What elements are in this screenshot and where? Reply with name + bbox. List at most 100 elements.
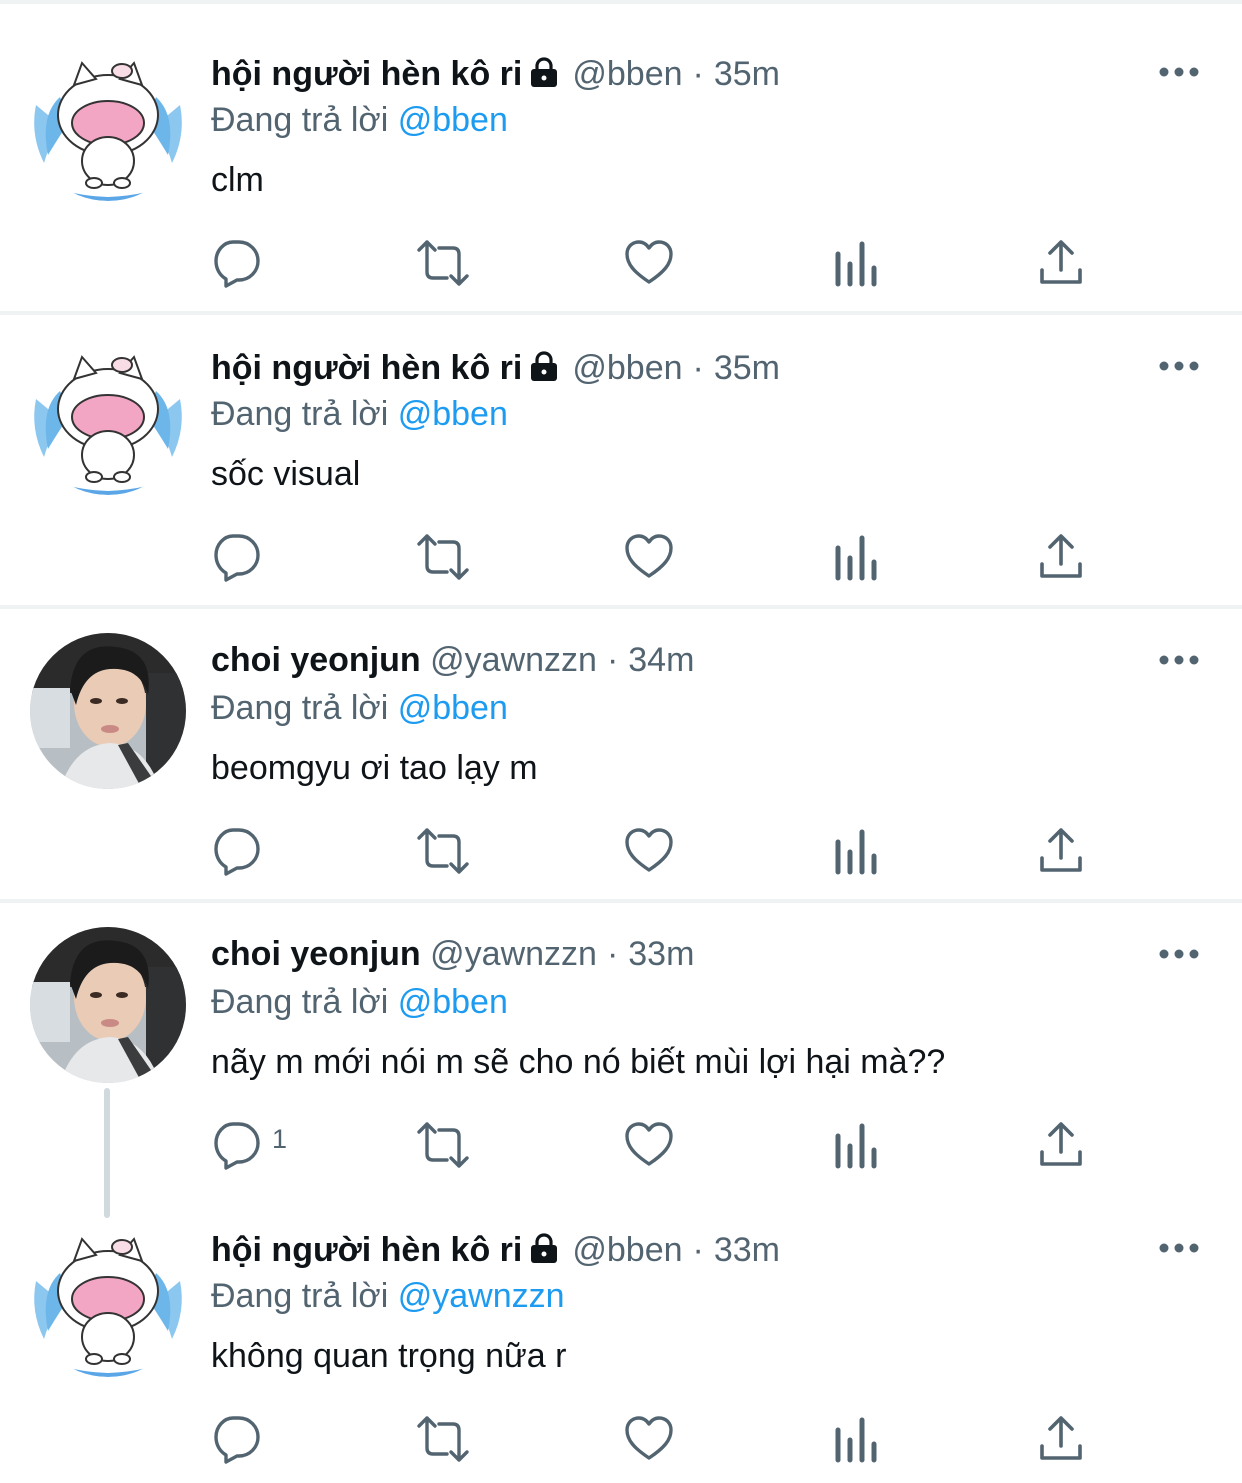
mention-link[interactable]: @yawnzzn <box>398 1277 565 1315</box>
more-icon[interactable] <box>1158 650 1200 670</box>
timestamp[interactable]: 34m <box>628 641 694 679</box>
reply-icon <box>212 1120 262 1170</box>
separator-dot: · <box>606 641 619 679</box>
mention-link[interactable]: @bben <box>398 395 508 433</box>
profile-photo-avatar[interactable] <box>30 927 186 1083</box>
crying-cat-avatar[interactable] <box>30 1221 186 1377</box>
views-icon <box>834 826 878 876</box>
share-button[interactable] <box>1038 1120 1084 1170</box>
share-icon <box>1038 532 1084 582</box>
more-icon[interactable] <box>1158 1238 1200 1258</box>
tweet-header: choi yeonjun @yawnzzn · 34m <box>211 637 694 683</box>
retweet-icon <box>415 238 471 288</box>
user-handle[interactable]: @bben <box>572 55 682 93</box>
more-icon[interactable] <box>1158 944 1200 964</box>
display-name[interactable]: hội người hèn kô ri <box>211 349 522 387</box>
retweet-button[interactable] <box>415 826 471 876</box>
tweet-text: nãy m mới nói m sẽ cho nó biết mùi lợi h… <box>211 1043 946 1081</box>
more-icon[interactable] <box>1158 62 1200 82</box>
reply-prefix: Đang trả lời <box>211 1277 389 1315</box>
reply-icon <box>212 826 262 876</box>
display-name[interactable]: hội người hèn kô ri <box>211 55 522 93</box>
tweet[interactable]: hội người hèn kô ri @bben · 33m Đang trả lờ… <box>0 1176 1242 1483</box>
reply-button[interactable]: 1 <box>212 1120 287 1170</box>
timestamp[interactable]: 33m <box>628 935 694 973</box>
separator-dot: · <box>692 349 704 387</box>
like-icon <box>624 238 674 288</box>
reply-icon <box>212 532 262 582</box>
display-name[interactable]: choi yeonjun <box>211 935 421 973</box>
tweet-text: clm <box>211 161 264 199</box>
views-button[interactable] <box>834 1414 878 1464</box>
retweet-button[interactable] <box>415 1414 471 1464</box>
views-icon <box>834 1120 878 1170</box>
user-handle[interactable]: @yawnzzn <box>430 935 597 973</box>
retweet-icon <box>415 826 471 876</box>
share-icon <box>1038 1414 1084 1464</box>
tweet[interactable]: hội người hèn kô ri @bben · 35m Đang trả lờ… <box>0 294 1242 606</box>
more-icon[interactable] <box>1158 356 1200 376</box>
action-bar: 1 <box>212 1120 1092 1170</box>
replying-to: Đang trả lời @yawnzzn <box>211 1273 565 1319</box>
retweet-button[interactable] <box>415 1120 471 1170</box>
like-button[interactable] <box>624 1414 674 1464</box>
reply-icon <box>212 238 262 288</box>
retweet-button[interactable] <box>415 532 471 582</box>
like-button[interactable] <box>624 1120 674 1170</box>
display-name[interactable]: hội người hèn kô ri <box>211 1231 522 1269</box>
user-handle[interactable]: @bben <box>572 1231 682 1269</box>
share-icon <box>1038 826 1084 876</box>
like-icon <box>624 1120 674 1170</box>
tweet[interactable]: choi yeonjun @yawnzzn · 34m Đang trả lời @… <box>0 588 1242 900</box>
views-button[interactable] <box>834 532 878 582</box>
views-icon <box>834 238 878 288</box>
share-button[interactable] <box>1038 826 1084 876</box>
retweet-icon <box>415 532 471 582</box>
timestamp[interactable]: 33m <box>714 1231 780 1269</box>
tweet[interactable]: choi yeonjun @yawnzzn · 33m Đang trả lời @… <box>0 882 1242 1218</box>
reply-prefix: Đang trả lời <box>211 689 389 727</box>
reply-button[interactable] <box>212 1414 262 1464</box>
reply-button[interactable] <box>212 238 262 288</box>
views-button[interactable] <box>834 1120 878 1170</box>
like-button[interactable] <box>624 826 674 876</box>
crying-cat-avatar[interactable] <box>30 339 186 495</box>
lock-icon <box>528 349 560 395</box>
views-icon <box>834 1414 878 1464</box>
user-handle[interactable]: @bben <box>572 349 682 387</box>
reply-button[interactable] <box>212 532 262 582</box>
retweet-icon <box>415 1414 471 1464</box>
timestamp[interactable]: 35m <box>714 349 780 387</box>
views-icon <box>834 532 878 582</box>
lock-icon <box>528 1231 560 1277</box>
retweet-button[interactable] <box>415 238 471 288</box>
separator-dot: · <box>606 935 619 973</box>
share-button[interactable] <box>1038 238 1084 288</box>
crying-cat-avatar[interactable] <box>30 45 186 201</box>
display-name[interactable]: choi yeonjun <box>211 641 421 679</box>
separator-dot: · <box>692 55 704 93</box>
share-button[interactable] <box>1038 1414 1084 1464</box>
replying-to: Đang trả lời @bben <box>211 979 508 1025</box>
tweet-header: hội người hèn kô ri @bben · 33m <box>211 1227 780 1273</box>
reply-prefix: Đang trả lời <box>211 101 389 139</box>
like-icon <box>624 532 674 582</box>
like-button[interactable] <box>624 238 674 288</box>
share-icon <box>1038 1120 1084 1170</box>
share-button[interactable] <box>1038 532 1084 582</box>
tweet-text: sốc visual <box>211 455 361 493</box>
tweet-text: không quan trọng nữa r <box>211 1337 567 1375</box>
profile-photo-avatar[interactable] <box>30 633 186 789</box>
mention-link[interactable]: @bben <box>398 101 508 139</box>
like-button[interactable] <box>624 532 674 582</box>
views-button[interactable] <box>834 826 878 876</box>
tweet[interactable]: hội người hèn kô ri @bben · 35m Đang trả lờ… <box>0 0 1242 316</box>
action-bar <box>212 238 1092 288</box>
views-button[interactable] <box>834 238 878 288</box>
reply-button[interactable] <box>212 826 262 876</box>
mention-link[interactable]: @bben <box>398 689 508 727</box>
user-handle[interactable]: @yawnzzn <box>430 641 597 679</box>
mention-link[interactable]: @bben <box>398 983 508 1021</box>
timestamp[interactable]: 35m <box>714 55 780 93</box>
lock-icon <box>528 55 560 101</box>
